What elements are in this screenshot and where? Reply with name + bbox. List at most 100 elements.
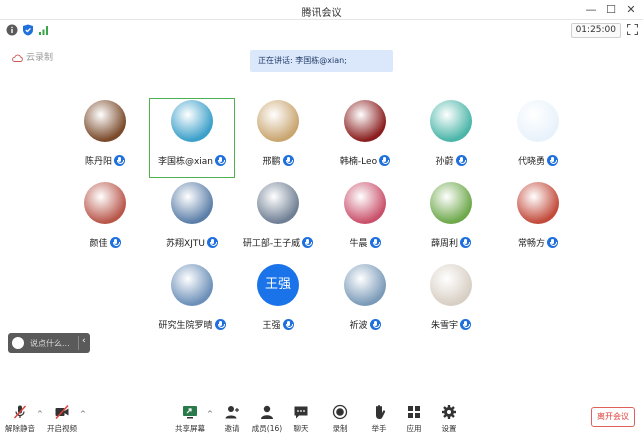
cloud-recording-label: 云录制	[26, 53, 54, 63]
participant-name-row: 牛晨	[322, 232, 408, 249]
unmute-label: 解除静音	[5, 424, 35, 433]
settings-button[interactable]: 设置	[429, 404, 469, 434]
participant-name: 邢鹏	[262, 157, 281, 167]
apps-label: 应用	[406, 424, 422, 433]
video-options-chevron-icon[interactable]: ^	[80, 410, 86, 418]
participant-tile[interactable]: 常畅方	[495, 180, 581, 260]
participant-avatar	[344, 264, 386, 306]
bottom-toolbar: 解除静音 ^ 开启视频 ^ 共享屏幕 ^ 邀请 成员(16) 聊天 录制 举手 …	[0, 398, 643, 435]
settings-label: 设置	[441, 424, 457, 433]
video-off-icon	[55, 404, 69, 420]
participant-avatar	[257, 182, 299, 224]
unmute-button[interactable]: 解除静音	[0, 404, 40, 434]
participant-name-row: 研究生院罗晴	[149, 314, 235, 331]
raise-hand-icon	[376, 405, 386, 419]
mic-icon	[547, 237, 558, 248]
participant-name: 薛周利	[430, 239, 458, 249]
participant-avatar	[171, 182, 213, 224]
window-title: 腾讯会议	[301, 8, 342, 19]
participant-name: 研究生院罗晴	[158, 321, 213, 331]
raise-hand-button[interactable]: 举手	[359, 404, 399, 434]
mic-icon	[302, 237, 314, 248]
participant-name-row: 李国栋@xian	[150, 150, 234, 167]
participant-name: 常畅方	[517, 239, 545, 249]
participant-avatar	[171, 264, 213, 306]
mic-icon	[460, 237, 471, 248]
participant-avatar	[344, 182, 386, 224]
mic-icon	[369, 319, 381, 330]
participant-name-row: 邢鹏	[235, 150, 321, 167]
title-bar: 腾讯会议 — ☐ ✕	[0, 0, 643, 20]
chat-input[interactable]: 说点什么... ‹	[8, 333, 90, 353]
apps-button[interactable]: 应用	[394, 404, 434, 434]
participant-tile[interactable]: 颜佳	[62, 180, 148, 260]
participant-avatar	[430, 182, 472, 224]
start-video-button[interactable]: 开启视频	[42, 404, 82, 434]
mic-icon	[109, 237, 121, 248]
invite-button[interactable]: 邀请	[212, 404, 252, 434]
participant-tile[interactable]: 孙蔚	[408, 98, 494, 178]
participant-name-row: 研工部-王子威	[235, 232, 321, 249]
record-button[interactable]: 录制	[320, 404, 360, 434]
info-icon[interactable]	[6, 24, 18, 36]
record-label: 录制	[332, 424, 348, 433]
collapse-chat-icon[interactable]: ‹	[82, 336, 86, 346]
emoji-icon[interactable]	[12, 337, 24, 349]
participant-tile[interactable]: 牛晨	[322, 180, 408, 260]
participant-avatar	[517, 182, 559, 224]
participant-name-row: 王强	[235, 314, 321, 331]
apps-icon	[408, 406, 420, 418]
leave-meeting-button[interactable]: 离开会议	[591, 407, 635, 427]
minimize-icon[interactable]: —	[583, 2, 599, 18]
participant-tile[interactable]: 李国栋@xian	[149, 98, 235, 178]
participant-tile[interactable]: 研工部-王子威	[235, 180, 321, 260]
mic-icon	[114, 155, 125, 166]
shield-icon[interactable]	[22, 24, 34, 36]
participant-name: 孙蔚	[435, 157, 454, 167]
share-screen-button[interactable]: 共享屏幕	[170, 404, 210, 434]
record-icon	[332, 404, 348, 420]
fullscreen-icon[interactable]	[627, 24, 638, 35]
participant-name-row: 孙蔚	[408, 150, 494, 167]
participant-name-row: 代晓勇	[495, 150, 581, 167]
participant-tile[interactable]: 苏翔XJTU	[149, 180, 235, 260]
mic-icon	[206, 237, 218, 248]
cloud-recording-indicator[interactable]: 云录制	[12, 50, 53, 63]
participant-avatar	[171, 100, 213, 142]
participant-tile[interactable]: 研究生院罗晴	[149, 262, 235, 342]
invite-icon	[225, 406, 239, 419]
participant-avatar	[257, 100, 299, 142]
participant-name-row: 韩楠-Leo	[322, 150, 408, 167]
mic-icon	[455, 155, 467, 166]
participant-tile[interactable]: 王强 王强	[235, 262, 321, 342]
participant-tile[interactable]: 代晓勇	[495, 98, 581, 178]
participant-name-row: 薛周利	[408, 232, 494, 249]
participant-name: 韩楠-Leo	[339, 157, 378, 167]
participant-avatar	[344, 100, 386, 142]
participant-name-row: 颜佳	[62, 232, 148, 249]
participant-name: 苏翔XJTU	[166, 239, 205, 249]
participant-tile[interactable]: 陈丹阳	[62, 98, 148, 178]
participant-name: 王强	[262, 321, 281, 331]
participant-name-row: 常畅方	[495, 232, 581, 249]
chat-button[interactable]: 聊天	[281, 404, 321, 434]
participant-tile[interactable]: 祈波	[322, 262, 408, 342]
maximize-icon[interactable]: ☐	[603, 2, 619, 18]
participant-tile[interactable]: 邢鹏	[235, 98, 321, 178]
participant-name: 李国栋@xian	[157, 157, 214, 167]
participant-tile[interactable]: 薛周利	[408, 180, 494, 260]
participant-name: 颜佳	[89, 239, 108, 249]
cloud-icon	[12, 54, 23, 62]
participant-name: 陈丹阳	[84, 157, 112, 167]
members-icon	[261, 405, 273, 419]
participant-tile[interactable]: 朱雪宇	[408, 262, 494, 342]
share-screen-label: 共享屏幕	[175, 424, 205, 433]
participant-avatar	[430, 100, 472, 142]
close-icon[interactable]: ✕	[623, 2, 639, 18]
chat-placeholder: 说点什么...	[30, 339, 70, 348]
mic-icon	[214, 319, 226, 330]
participant-name: 代晓勇	[517, 157, 545, 167]
participant-tile[interactable]: 韩楠-Leo	[322, 98, 408, 178]
signal-icon[interactable]	[38, 24, 50, 36]
participant-name-row: 朱雪宇	[408, 314, 494, 331]
